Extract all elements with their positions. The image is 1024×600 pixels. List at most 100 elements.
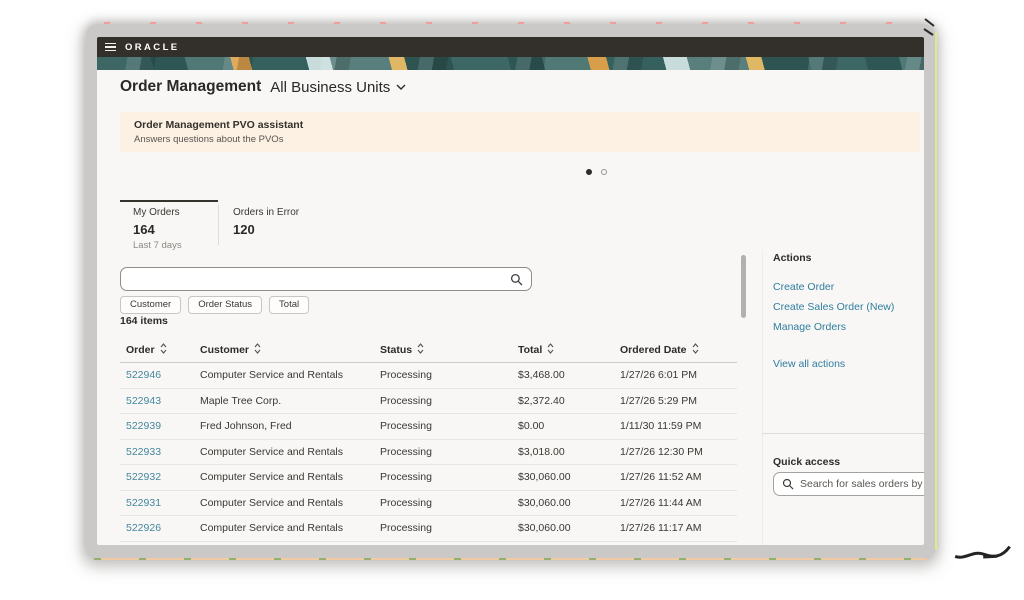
business-unit-selector[interactable]: All Business Units [270, 79, 406, 96]
sketch-decoration [953, 542, 1014, 563]
filter-chips: Customer Order Status Total [120, 296, 309, 314]
sort-icon [160, 343, 167, 354]
order-number-link[interactable]: 522939 [126, 420, 200, 432]
column-header-ordered-date[interactable]: Ordered Date [620, 343, 737, 356]
cell-status: Processing [380, 395, 518, 407]
table-row: 522939 Fred Johnson, Fred Processing $0.… [120, 414, 737, 440]
window-frame: ORACLE Order Management All Business Uni… [86, 24, 935, 558]
column-header-customer[interactable]: Customer [200, 343, 380, 356]
kpi-value: 120 [233, 222, 343, 237]
sort-icon [547, 343, 554, 354]
cell-ordered-date: 1/27/26 5:29 PM [620, 395, 737, 407]
filter-chip-customer[interactable]: Customer [120, 296, 181, 314]
order-number-link[interactable]: 522926 [126, 522, 200, 534]
table-row: 522932 Computer Service and Rentals Proc… [120, 465, 737, 491]
hamburger-menu-icon[interactable] [105, 43, 116, 52]
bottom-dash-decoration [94, 558, 927, 560]
actions-panel-title: Actions [773, 252, 812, 264]
cell-ordered-date: 1/27/26 6:01 PM [620, 369, 737, 381]
carousel-dots [586, 169, 607, 175]
cell-total: $30,060.00 [518, 497, 620, 509]
tab-my-orders[interactable]: My Orders 164 Last 7 days [120, 200, 218, 251]
sketch-decoration [922, 17, 938, 37]
search-icon[interactable] [510, 273, 523, 286]
table-row: 522946 Computer Service and Rentals Proc… [120, 363, 737, 389]
cell-customer: Computer Service and Rentals [200, 522, 380, 534]
quick-access-divider [762, 433, 924, 434]
order-number-link[interactable]: 522932 [126, 471, 200, 483]
column-header-status[interactable]: Status [380, 343, 518, 356]
table-row: 522926 Computer Service and Rentals Proc… [120, 516, 737, 542]
oracle-logo: ORACLE [125, 42, 180, 53]
table-row: 522933 Computer Service and Rentals Proc… [120, 440, 737, 466]
create-sales-order-new-link[interactable]: Create Sales Order (New) [773, 301, 894, 313]
create-order-link[interactable]: Create Order [773, 281, 834, 293]
assistant-banner-title: Order Management PVO assistant [134, 119, 906, 131]
tab-orders-in-error[interactable]: Orders in Error 120 [233, 200, 343, 237]
order-number-link[interactable]: 522946 [126, 369, 200, 381]
cell-status: Processing [380, 497, 518, 509]
page-content: Order Management All Business Units Orde… [97, 70, 924, 545]
kpi-label: Orders in Error [233, 207, 343, 218]
column-header-total[interactable]: Total [518, 343, 620, 356]
kpi-label: My Orders [133, 207, 218, 218]
banner-image [97, 57, 924, 70]
search-icon [782, 478, 794, 490]
order-number-link[interactable]: 522931 [126, 497, 200, 509]
cell-ordered-date: 1/27/26 11:44 AM [620, 497, 737, 509]
cell-status: Processing [380, 471, 518, 483]
order-number-link[interactable]: 522933 [126, 446, 200, 458]
cell-customer: Maple Tree Corp. [200, 395, 380, 407]
business-unit-label: All Business Units [270, 79, 390, 96]
orders-search-input[interactable] [131, 269, 501, 289]
kpi-value: 164 [133, 222, 218, 237]
page-header: Order Management All Business Units [120, 78, 406, 96]
orders-table: Order Customer Status Total Ordered Date… [120, 337, 737, 542]
view-all-actions-link[interactable]: View all actions [773, 358, 845, 370]
column-header-order[interactable]: Order [126, 343, 200, 356]
table-row: 522931 Computer Service and Rentals Proc… [120, 491, 737, 517]
table-row: 522943 Maple Tree Corp. Processing $2,37… [120, 389, 737, 415]
order-number-link[interactable]: 522943 [126, 395, 200, 407]
manage-orders-link[interactable]: Manage Orders [773, 321, 846, 333]
chevron-down-icon [396, 84, 406, 90]
cell-customer: Computer Service and Rentals [200, 369, 380, 381]
cell-total: $3,018.00 [518, 446, 620, 458]
cell-total: $30,060.00 [518, 522, 620, 534]
cell-customer: Computer Service and Rentals [200, 446, 380, 458]
cell-total: $2,372.40 [518, 395, 620, 407]
side-panel-divider [762, 250, 763, 545]
cell-total: $3,468.00 [518, 369, 620, 381]
right-line-decoration [935, 32, 937, 550]
quick-access-search-input[interactable] [800, 478, 924, 490]
cell-ordered-date: 1/27/26 11:52 AM [620, 471, 737, 483]
cell-ordered-date: 1/27/26 11:17 AM [620, 522, 737, 534]
carousel-dot-inactive[interactable] [601, 169, 607, 175]
cell-status: Processing [380, 369, 518, 381]
cell-customer: Computer Service and Rentals [200, 471, 380, 483]
sort-icon [692, 343, 699, 354]
pvo-assistant-banner[interactable]: Order Management PVO assistant Answers q… [120, 112, 920, 152]
cell-ordered-date: 1/11/30 11:59 PM [620, 420, 737, 432]
cell-ordered-date: 1/27/26 12:30 PM [620, 446, 737, 458]
sort-icon [254, 343, 261, 354]
sort-icon [417, 343, 424, 354]
orders-search-bar [120, 267, 532, 291]
table-header: Order Customer Status Total Ordered Date [120, 337, 737, 363]
filter-chip-total[interactable]: Total [269, 296, 309, 314]
cell-customer: Computer Service and Rentals [200, 497, 380, 509]
cell-status: Processing [380, 446, 518, 458]
quick-access-search-bar [773, 472, 924, 496]
carousel-dot-active[interactable] [586, 169, 592, 175]
quick-access-title: Quick access [773, 456, 840, 468]
scrollbar-thumb[interactable] [741, 255, 746, 318]
app-window: ORACLE Order Management All Business Uni… [97, 37, 924, 545]
kpi-divider [218, 205, 219, 245]
filter-chip-order-status[interactable]: Order Status [188, 296, 262, 314]
assistant-banner-subtitle: Answers questions about the PVOs [134, 134, 906, 145]
cell-customer: Fred Johnson, Fred [200, 420, 380, 432]
cell-status: Processing [380, 522, 518, 534]
cell-total: $30,060.00 [518, 471, 620, 483]
kpi-sublabel: Last 7 days [133, 240, 218, 251]
page-title: Order Management [120, 78, 261, 96]
